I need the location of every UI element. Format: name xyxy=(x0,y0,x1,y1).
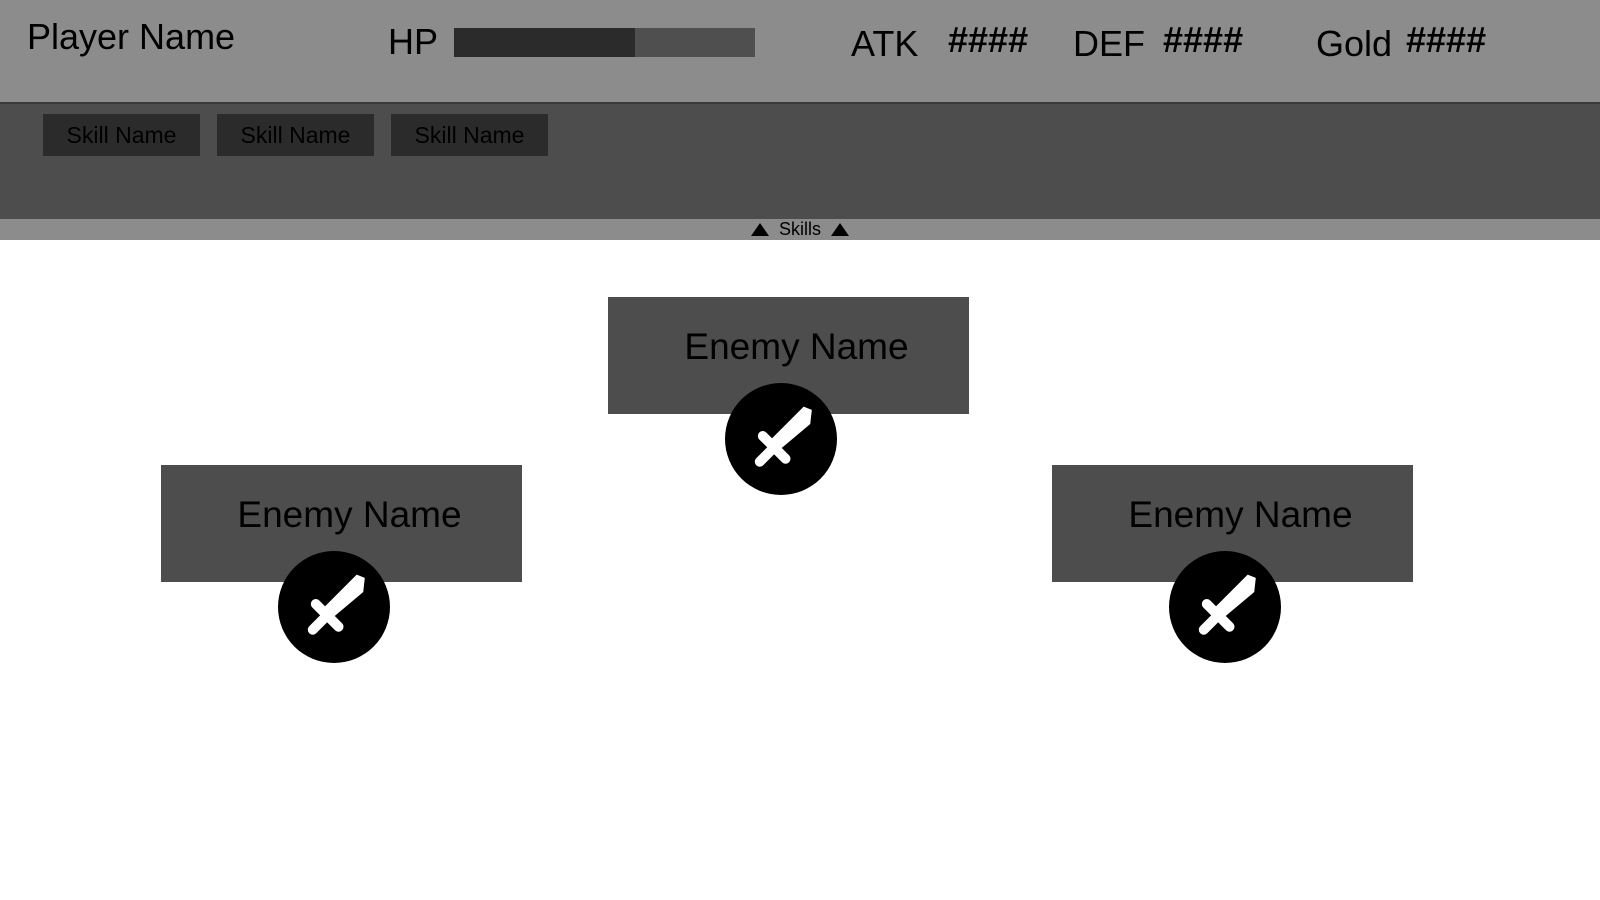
enemy-name: Enemy Name xyxy=(684,326,909,367)
skills-toggle-bar[interactable]: Skills xyxy=(0,219,1600,240)
skills-toggle-label: Skills xyxy=(778,219,821,239)
skill-button-1[interactable]: Skill Name xyxy=(43,114,200,156)
atk-value: #### xyxy=(948,19,1029,60)
gold-label: Gold xyxy=(1316,23,1393,64)
triangle-up-icon xyxy=(831,223,849,236)
sword-icon xyxy=(754,406,812,467)
attack-button-3[interactable] xyxy=(1169,551,1281,663)
skills-panel: Skill Name Skill Name Skill Name xyxy=(0,104,1600,219)
hp-bar xyxy=(454,28,755,57)
enemy-name: Enemy Name xyxy=(1128,494,1353,535)
hp-label: HP xyxy=(388,21,439,62)
skill-button-3[interactable]: Skill Name xyxy=(391,114,548,156)
attack-button-1[interactable] xyxy=(725,383,837,495)
def-value: #### xyxy=(1163,19,1244,60)
sword-icon xyxy=(1198,574,1256,635)
atk-label: ATK xyxy=(851,23,919,64)
player-name: Player Name xyxy=(27,16,236,57)
def-label: DEF xyxy=(1073,23,1145,64)
attack-button-2[interactable] xyxy=(278,551,390,663)
sword-icon xyxy=(307,574,365,635)
gold-value: #### xyxy=(1406,19,1487,60)
triangle-up-icon xyxy=(750,223,769,236)
skill-button-2[interactable]: Skill Name xyxy=(217,114,374,156)
player-hud: Player Name HP ATK #### DEF #### Gold ##… xyxy=(0,0,1600,104)
hp-bar-fill xyxy=(454,28,635,57)
enemy-name: Enemy Name xyxy=(237,494,462,535)
